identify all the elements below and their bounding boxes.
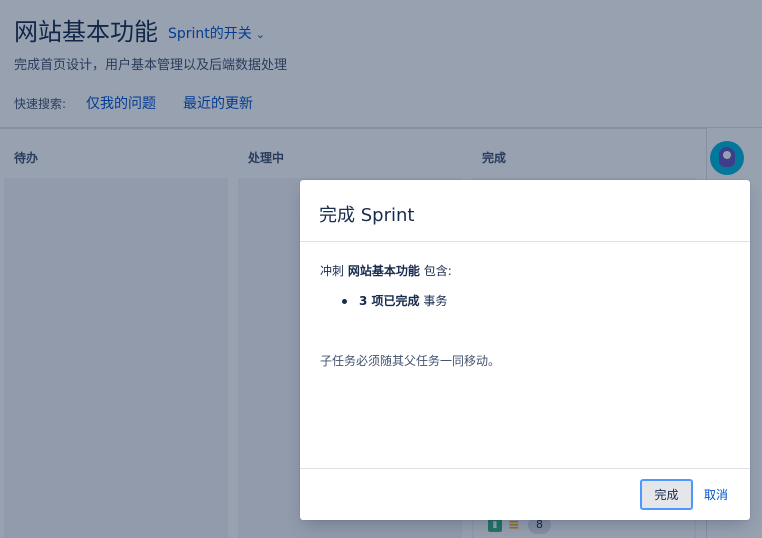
bullet-icon	[342, 299, 347, 304]
complete-sprint-dialog: 完成 Sprint 冲刺 网站基本功能 包含: 3 项已完成 事务 子任务必须随…	[300, 180, 750, 520]
cancel-button[interactable]: 取消	[696, 479, 736, 510]
issue-summary-list: 3 项已完成 事务	[320, 292, 730, 310]
sprint-suffix: 包含:	[423, 264, 452, 278]
sprint-prefix: 冲刺	[320, 264, 345, 278]
issue-unit: 事务	[423, 294, 448, 308]
dialog-body: 冲刺 网站基本功能 包含: 3 项已完成 事务 子任务必须随其父任务一同移动。	[320, 262, 730, 368]
subtask-note: 子任务必须随其父任务一同移动。	[320, 354, 501, 368]
dialog-header: 完成 Sprint	[300, 180, 750, 242]
board-page: 网站基本功能 Sprint的开关 ⌄ 完成首页设计，用户基本管理以及后端数据处理 …	[0, 0, 762, 538]
done-button[interactable]: 完成	[640, 479, 693, 510]
sprint-description: 冲刺 网站基本功能 包含:	[320, 262, 730, 280]
completed-count: 3 项已完成	[359, 294, 420, 308]
sprint-name: 网站基本功能	[347, 264, 420, 278]
list-item: 3 项已完成 事务	[338, 292, 730, 310]
dialog-title: 完成 Sprint	[319, 205, 415, 226]
